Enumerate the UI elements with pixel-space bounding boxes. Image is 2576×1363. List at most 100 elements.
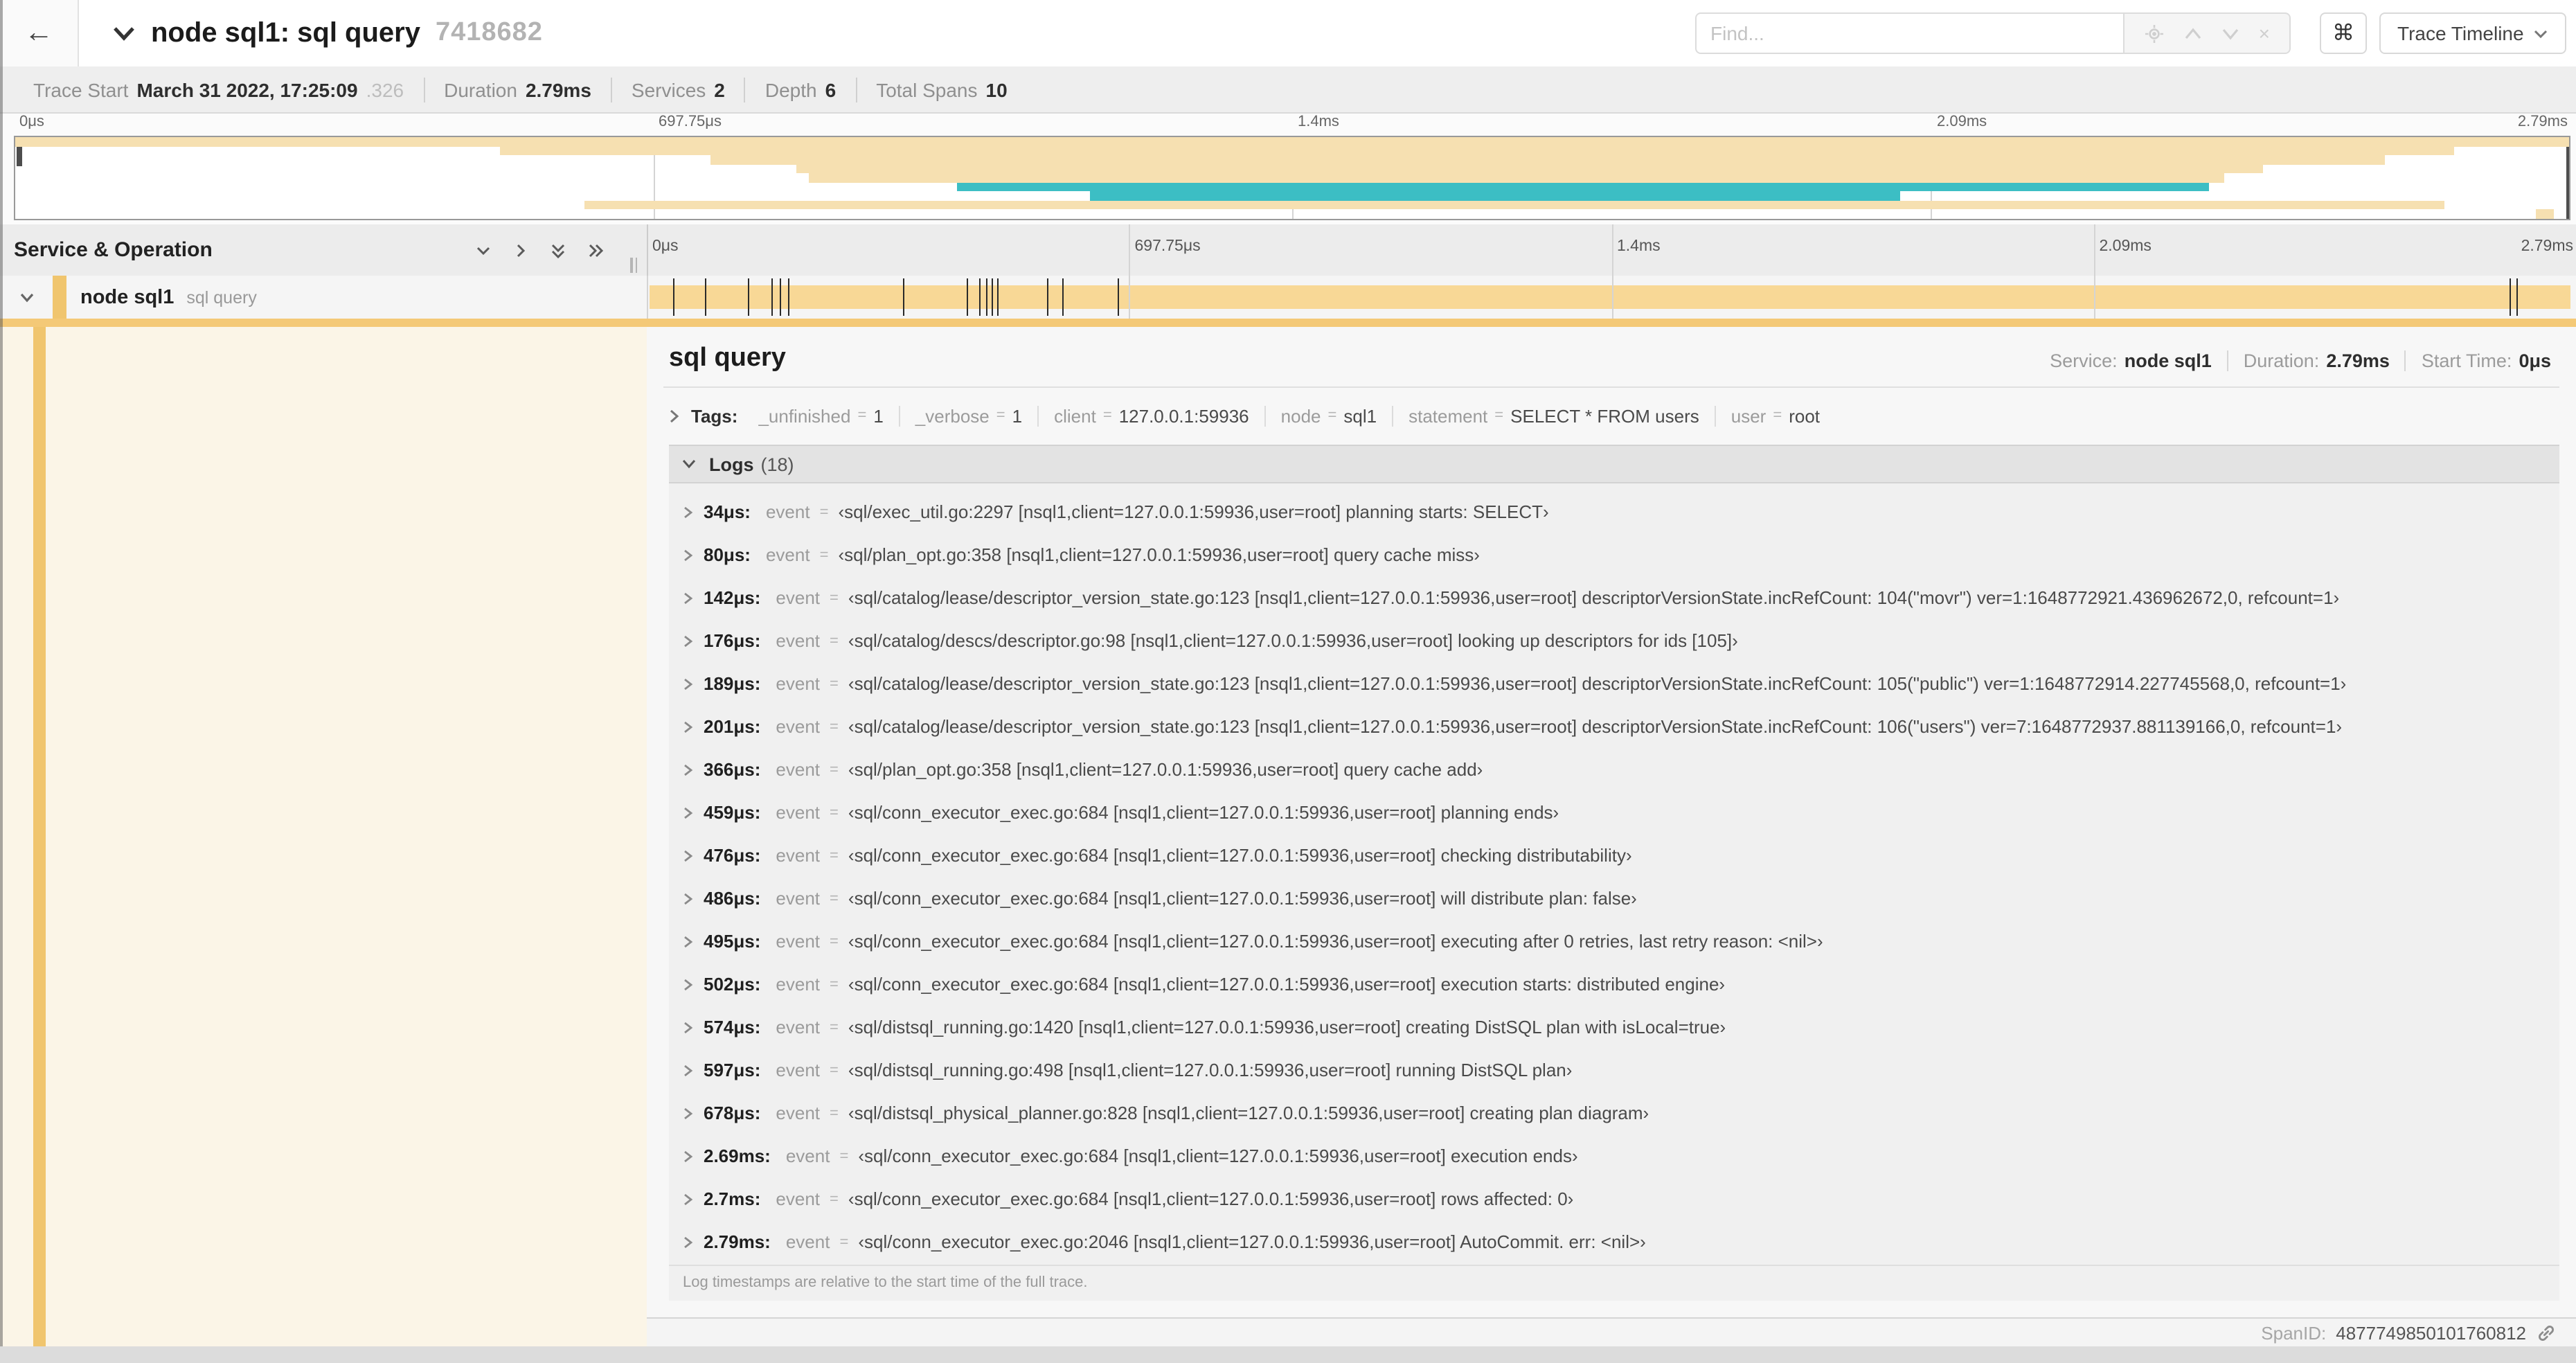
find-input[interactable] bbox=[1695, 12, 2125, 54]
trace-collapse-icon[interactable] bbox=[112, 25, 136, 42]
service-operation-title: Service & Operation bbox=[14, 238, 213, 262]
link-icon[interactable] bbox=[2536, 1322, 2557, 1343]
expand-one-icon[interactable] bbox=[511, 240, 530, 260]
minimap-span-bar bbox=[809, 173, 2225, 183]
tag-pair: client = 127.0.0.1:59936 bbox=[1039, 405, 1266, 426]
equals-sign: = bbox=[830, 761, 839, 778]
equals-sign: = bbox=[839, 1148, 849, 1164]
log-row[interactable]: 201μs: event = ‹sql/catalog/lease/descripto… bbox=[669, 705, 2559, 748]
equals-sign: = bbox=[830, 933, 839, 950]
timeline-tick-label: 2.09ms bbox=[2099, 238, 2152, 255]
log-row[interactable]: 2.7ms: event = ‹sql/conn_executor_exec.go:6… bbox=[669, 1177, 2559, 1220]
log-row[interactable]: 678μs: event = ‹sql/distsql_physical_planne… bbox=[669, 1092, 2559, 1134]
span-detail-panel: sql query Service: node sql1 Duration: 2.79… bbox=[647, 327, 2576, 1317]
log-row[interactable]: 189μs: event = ‹sql/catalog/lease/descripto… bbox=[669, 662, 2559, 705]
collapse-all-icon[interactable] bbox=[548, 240, 568, 260]
tag-key: node bbox=[1280, 405, 1321, 426]
logs-accordion-header[interactable]: Logs (18) bbox=[669, 445, 2559, 483]
timeline-tick-label: 1.4ms bbox=[1617, 238, 1661, 255]
minimap-right-scrubber-handle[interactable] bbox=[2566, 137, 2569, 219]
tag-pair: node = sql1 bbox=[1266, 405, 1394, 426]
minimap-canvas[interactable] bbox=[14, 136, 2570, 220]
equals-sign: = bbox=[830, 1191, 839, 1207]
log-field-value: ‹sql/conn_executor_exec.go:2046 [nsql1,c… bbox=[858, 1231, 1646, 1252]
log-field-value: ‹sql/conn_executor_exec.go:684 [nsql1,cl… bbox=[848, 931, 1823, 952]
span-service-name: node sql1 bbox=[80, 286, 175, 308]
log-row[interactable]: 2.79ms: event = ‹sql/conn_executor_exec.go:… bbox=[669, 1220, 2559, 1263]
log-row[interactable]: 459μs: event = ‹sql/conn_executor_exec.go:6… bbox=[669, 791, 2559, 834]
log-field-key: event bbox=[776, 716, 821, 737]
prev-match-icon[interactable] bbox=[2184, 27, 2202, 39]
tag-key: user bbox=[1730, 405, 1766, 426]
back-arrow-icon: ← bbox=[24, 17, 53, 48]
back-button[interactable]: ← bbox=[0, 0, 79, 66]
span-row[interactable]: node sql1 sql query bbox=[0, 276, 2576, 319]
tag-key: client bbox=[1054, 405, 1096, 426]
log-timestamp: 80μs: bbox=[704, 544, 751, 565]
chevron-right-icon bbox=[683, 1020, 694, 1034]
clear-find-icon[interactable]: × bbox=[2259, 24, 2270, 43]
detail-meta-item: Service: node sql1 bbox=[2034, 350, 2228, 371]
timeline-tick-label: 0μs bbox=[652, 238, 679, 255]
log-timestamp: 201μs: bbox=[704, 716, 761, 737]
log-row[interactable]: 366μs: event = ‹sql/plan_opt.go:358 [nsql1,… bbox=[669, 748, 2559, 791]
log-field-value: ‹sql/catalog/descs/descriptor.go:98 [nsq… bbox=[848, 630, 1738, 651]
timeline-gridline bbox=[2093, 276, 2095, 319]
log-row[interactable]: 486μs: event = ‹sql/conn_executor_exec.go:6… bbox=[669, 877, 2559, 920]
log-row[interactable]: 80μs: event = ‹sql/plan_opt.go:358 [nsql1,c… bbox=[669, 533, 2559, 576]
timeline-tick-label: 2.79ms bbox=[2521, 238, 2573, 255]
log-row[interactable]: 142μs: event = ‹sql/catalog/lease/descripto… bbox=[669, 576, 2559, 619]
keyboard-shortcuts-button[interactable]: ⌘ bbox=[2320, 12, 2367, 54]
log-row[interactable]: 574μs: event = ‹sql/distsql_running.go:1420… bbox=[669, 1006, 2559, 1049]
log-field-value: ‹sql/catalog/lease/descriptor_version_st… bbox=[848, 673, 2347, 694]
log-field-key: event bbox=[765, 544, 810, 565]
equals-sign: = bbox=[819, 546, 829, 563]
collapse-one-icon[interactable] bbox=[474, 240, 493, 260]
tags-accordion[interactable]: Tags: _unfinished = 1 _verbose = 1 client = 127.… bbox=[669, 400, 2559, 431]
equals-sign: = bbox=[1773, 407, 1782, 424]
chevron-right-icon bbox=[683, 591, 694, 605]
log-timestamp: 678μs: bbox=[704, 1103, 761, 1123]
log-row[interactable]: 476μs: event = ‹sql/conn_executor_exec.go:6… bbox=[669, 834, 2559, 877]
view-selector-button[interactable]: Trace Timeline bbox=[2379, 12, 2567, 54]
log-row[interactable]: 176μs: event = ‹sql/catalog/descs/descripto… bbox=[669, 619, 2559, 662]
column-resizer-handle[interactable] bbox=[630, 258, 641, 273]
log-field-key: event bbox=[776, 1188, 821, 1209]
equals-sign: = bbox=[1327, 407, 1337, 424]
chevron-right-icon bbox=[683, 1106, 694, 1120]
log-field-value: ‹sql/distsql_running.go:1420 [nsql1,clie… bbox=[848, 1017, 1726, 1037]
detail-meta-label: Start Time: bbox=[2421, 350, 2512, 371]
timeline-tick-header: 0μs 697.75μs 1.4ms 2.09ms 2.79ms bbox=[647, 224, 2576, 276]
log-timestamp: 597μs: bbox=[704, 1060, 761, 1080]
log-timestamp: 2.79ms: bbox=[704, 1231, 771, 1252]
span-row-timeline bbox=[647, 276, 2576, 319]
log-field-key: event bbox=[776, 630, 821, 651]
summary-item-value: 10 bbox=[985, 78, 1008, 100]
expand-all-icon[interactable] bbox=[586, 240, 605, 260]
tag-pair: user = root bbox=[1716, 405, 1835, 426]
summary-item-value: 2.79ms bbox=[525, 78, 591, 100]
log-event-marker bbox=[996, 278, 999, 316]
summary-item: Total Spans 10 bbox=[857, 77, 1027, 102]
log-timestamp: 495μs: bbox=[704, 931, 761, 952]
log-row[interactable]: 34μs: event = ‹sql/exec_util.go:2297 [nsql1… bbox=[669, 490, 2559, 533]
span-duration-bar[interactable] bbox=[650, 285, 2570, 309]
log-field-value: ‹sql/conn_executor_exec.go:684 [nsql1,cl… bbox=[848, 1188, 1574, 1209]
span-collapse-icon[interactable] bbox=[19, 292, 35, 303]
detail-meta-value: 0μs bbox=[2519, 350, 2551, 371]
log-event-marker bbox=[985, 278, 987, 316]
summary-item: Services 2 bbox=[612, 77, 746, 102]
chevron-right-icon bbox=[669, 408, 680, 423]
log-row[interactable]: 495μs: event = ‹sql/conn_executor_exec.go:6… bbox=[669, 920, 2559, 963]
log-list: 34μs: event = ‹sql/exec_util.go:2297 [nsql1… bbox=[669, 483, 2559, 1265]
log-row[interactable]: 597μs: event = ‹sql/distsql_running.go:498 … bbox=[669, 1049, 2559, 1092]
detail-meta-value: 2.79ms bbox=[2326, 350, 2390, 371]
log-row[interactable]: 502μs: event = ‹sql/conn_executor_exec.go:6… bbox=[669, 963, 2559, 1006]
log-row[interactable]: 2.69ms: event = ‹sql/conn_executor_exec.go:… bbox=[669, 1134, 2559, 1177]
log-field-key: event bbox=[776, 888, 821, 909]
tag-key: _unfinished bbox=[758, 405, 851, 426]
target-icon[interactable] bbox=[2144, 23, 2165, 44]
log-field-key: event bbox=[776, 974, 821, 995]
equals-sign: = bbox=[996, 407, 1005, 424]
next-match-icon[interactable] bbox=[2221, 27, 2239, 39]
